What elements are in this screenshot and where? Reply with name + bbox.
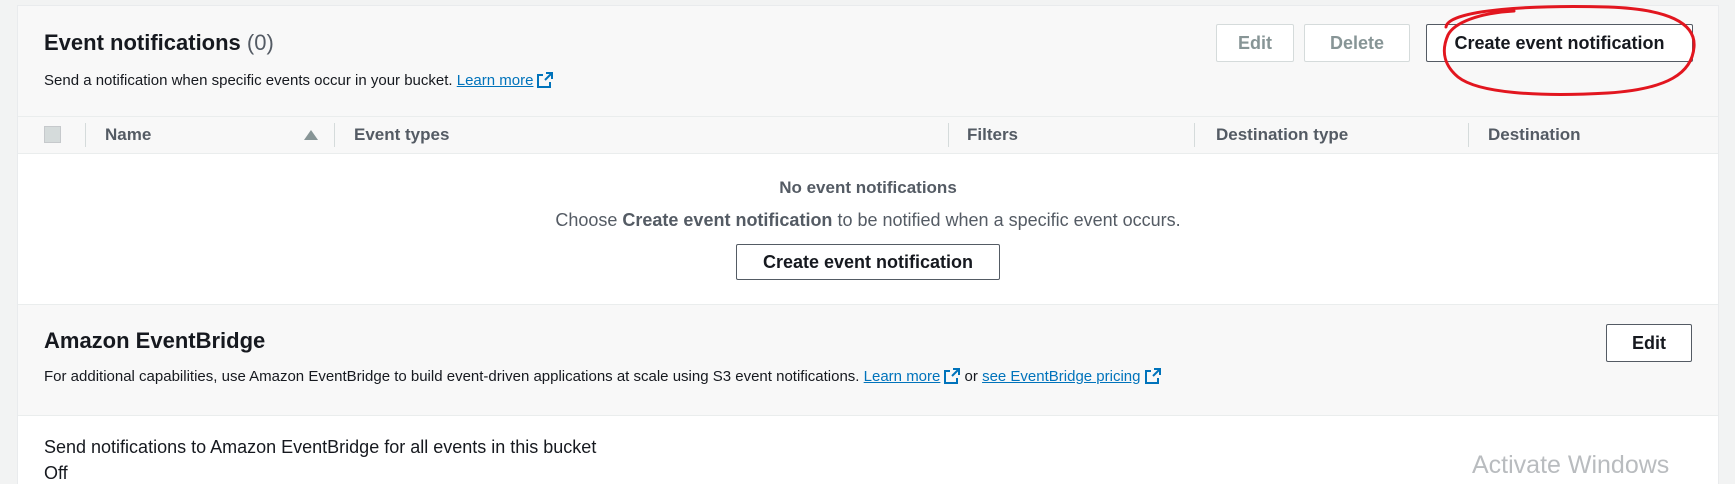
external-link-icon[interactable]	[537, 72, 554, 92]
select-all-checkbox[interactable]	[44, 126, 61, 143]
create-event-notification-button[interactable]: Create event notification	[1426, 24, 1693, 62]
column-header-destination[interactable]: Destination	[1488, 125, 1581, 145]
activate-windows-watermark: Activate Windows	[1472, 451, 1670, 479]
empty-state-description: Choose Create event notification to be n…	[18, 210, 1718, 231]
eventbridge-title: Amazon EventBridge	[44, 328, 266, 353]
column-header-event-types[interactable]: Event types	[354, 125, 449, 145]
event-notifications-title: Event notifications (0)	[44, 30, 274, 56]
eventbridge-pricing-link[interactable]: see EventBridge pricing	[982, 368, 1140, 385]
eventbridge-edit-button[interactable]: Edit	[1606, 324, 1692, 362]
empty-desc-suffix: to be notified when a specific event occ…	[837, 210, 1181, 230]
learn-more-link[interactable]: Learn more	[457, 72, 534, 89]
empty-desc-bold: Create event notification	[622, 210, 833, 230]
column-divider	[1468, 123, 1469, 147]
eventbridge-setting-value: Off	[44, 463, 68, 483]
column-header-name[interactable]: Name	[105, 125, 151, 145]
delete-button[interactable]: Delete	[1304, 24, 1410, 62]
column-header-destination-type[interactable]: Destination type	[1216, 125, 1348, 145]
sort-ascending-icon[interactable]	[304, 130, 318, 140]
column-divider	[334, 123, 335, 147]
event-notifications-header: Event notifications (0) Send a notificat…	[18, 6, 1718, 116]
column-header-filters[interactable]: Filters	[967, 125, 1018, 145]
eventbridge-header: Amazon EventBridge For additional capabi…	[18, 305, 1718, 416]
external-link-icon[interactable]	[1144, 368, 1161, 388]
empty-state-title: No event notifications	[779, 178, 957, 197]
properties-panel: Event notifications (0) Send a notificat…	[17, 5, 1719, 484]
section-title: Event notifications	[44, 30, 241, 55]
notifications-table-header: Name Event types Filters Destination typ…	[18, 116, 1718, 154]
eventbridge-description: For additional capabilities, use Amazon …	[44, 368, 1161, 388]
empty-state-create-button[interactable]: Create event notification	[736, 244, 1000, 280]
eventbridge-setting-label: Send notifications to Amazon EventBridge…	[44, 437, 597, 457]
eventbridge-description-text: For additional capabilities, use Amazon …	[44, 368, 860, 385]
edit-button[interactable]: Edit	[1216, 24, 1294, 62]
column-divider	[1194, 123, 1195, 147]
event-notifications-description: Send a notification when specific events…	[44, 72, 554, 92]
description-text: Send a notification when specific events…	[44, 72, 453, 89]
empty-desc-prefix: Choose	[555, 210, 618, 230]
column-divider	[948, 123, 949, 147]
or-text: or	[964, 368, 978, 385]
column-divider	[85, 123, 86, 147]
external-link-icon[interactable]	[944, 368, 961, 388]
notification-count: (0)	[246, 30, 274, 55]
eventbridge-learn-more-link[interactable]: Learn more	[864, 368, 941, 385]
